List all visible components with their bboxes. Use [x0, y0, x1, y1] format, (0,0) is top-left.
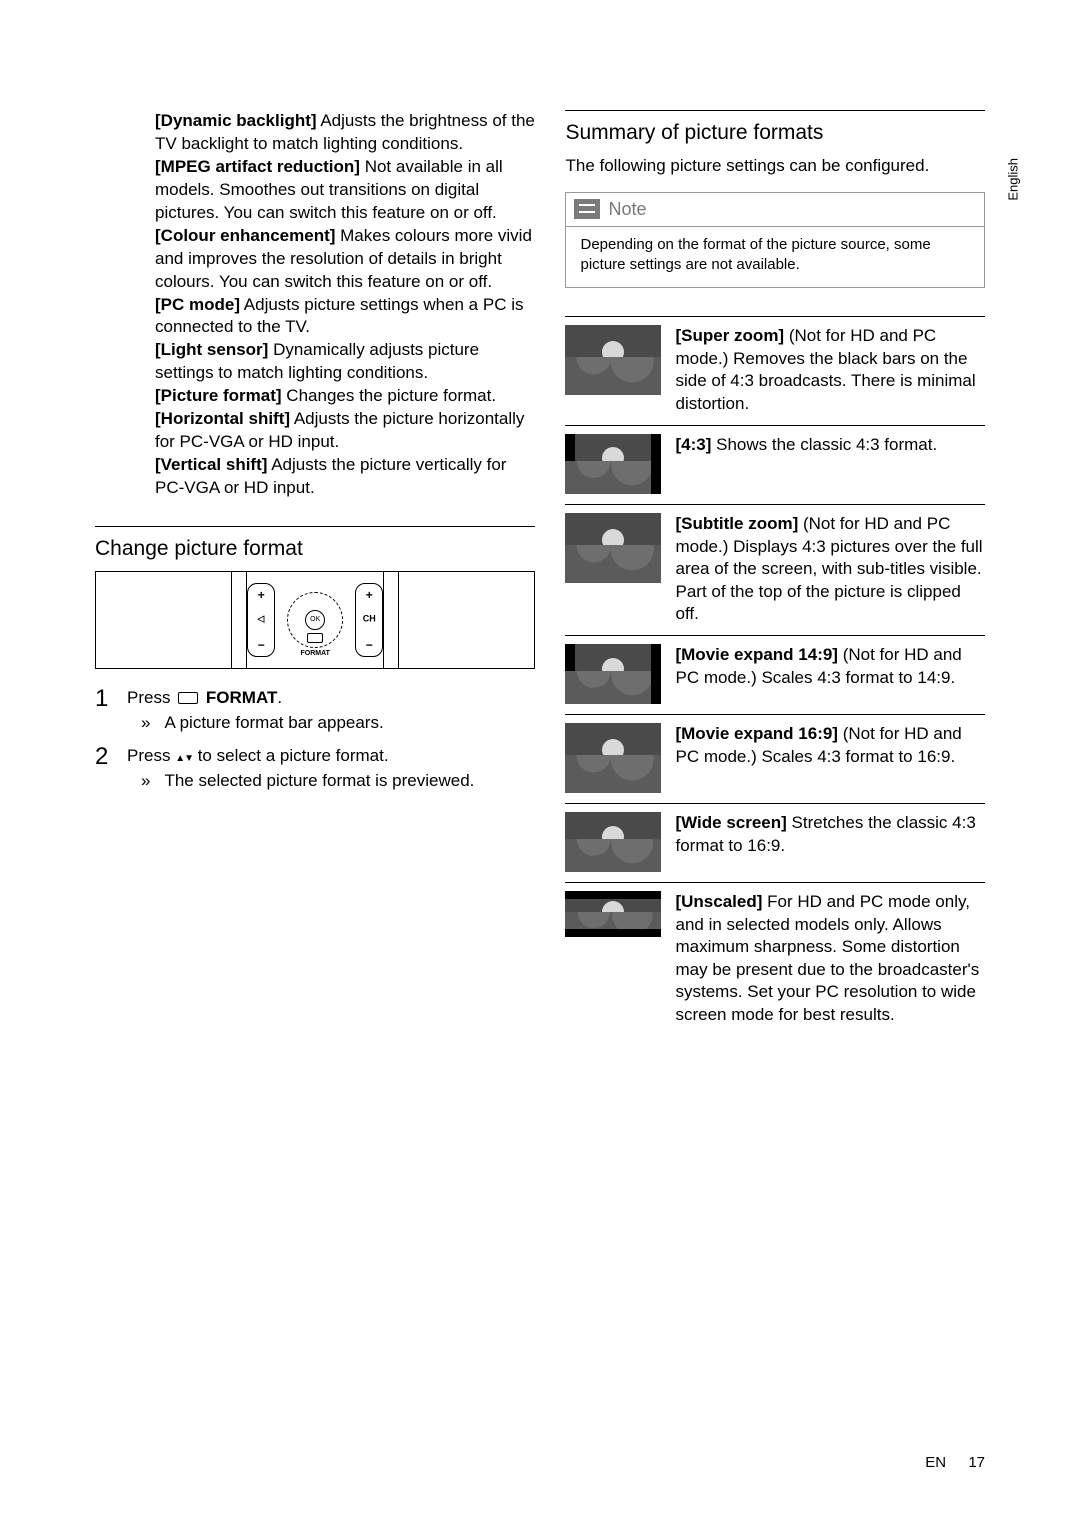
setting-item: [MPEG artifact reduction] Not available … [155, 156, 535, 225]
setting-item: [Dynamic backlight] Adjusts the brightne… [155, 110, 535, 156]
picture-format-table: [Super zoom] (Not for HD and PC mode.) R… [565, 316, 985, 1030]
setting-item: [Light sensor] Dynamically adjusts pictu… [155, 339, 535, 385]
format-row: [Wide screen] Stretches the classic 4:3 … [565, 810, 985, 876]
format-thumbnail [565, 812, 661, 872]
format-thumbnail [565, 644, 661, 704]
section-divider [565, 110, 985, 111]
row-divider [565, 635, 985, 636]
footer-lang: EN [925, 1454, 946, 1471]
format-thumbnail [565, 434, 661, 494]
setting-label: [Dynamic backlight] [155, 111, 317, 130]
setting-item: [Vertical shift] Adjusts the picture ver… [155, 454, 535, 500]
note-icon [574, 199, 600, 219]
format-label: [Movie expand 16:9] [675, 724, 838, 743]
format-thumbnail [565, 513, 661, 583]
section-divider [95, 526, 535, 527]
right-column: Summary of picture formats The following… [565, 110, 985, 1030]
remote-illustration: + − OK FORMAT + CH − [95, 571, 535, 669]
format-label: [4:3] [675, 435, 711, 454]
setting-item: [Colour enhancement] Makes colours more … [155, 225, 535, 294]
format-row: [Movie expand 16:9] (Not for HD and PC m… [565, 721, 985, 797]
format-row: [Subtitle zoom] (Not for HD and PC mode.… [565, 511, 985, 629]
ok-button-icon: OK [305, 610, 325, 630]
format-description: [Unscaled] For HD and PC mode only, and … [675, 891, 985, 1026]
step-item: 2 Press to select a picture format. The … [95, 745, 535, 793]
step-item: 1 Press FORMAT. A picture format bar app… [95, 687, 535, 735]
setting-item: [PC mode] Adjusts picture settings when … [155, 294, 535, 340]
format-row: [Unscaled] For HD and PC mode only, and … [565, 889, 985, 1030]
format-label: [Movie expand 14:9] [675, 645, 838, 664]
format-label: [Unscaled] [675, 892, 762, 911]
setting-label: [Vertical shift] [155, 455, 267, 474]
row-divider [565, 425, 985, 426]
steps-list: 1 Press FORMAT. A picture format bar app… [95, 687, 535, 793]
setting-label: [MPEG artifact reduction] [155, 157, 360, 176]
row-divider [565, 803, 985, 804]
row-divider [565, 504, 985, 505]
setting-description: Changes the picture format. [282, 386, 497, 405]
setting-label: [Picture format] [155, 386, 282, 405]
format-thumbnail [565, 723, 661, 793]
format-label: [Super zoom] [675, 326, 784, 345]
row-divider [565, 316, 985, 317]
setting-item: [Picture format] Changes the picture for… [155, 385, 535, 408]
format-description: [Movie expand 14:9] (Not for HD and PC m… [675, 644, 985, 704]
setting-label: [Light sensor] [155, 340, 268, 359]
setting-item: [Horizontal shift] Adjusts the picture h… [155, 408, 535, 454]
setting-label: [PC mode] [155, 295, 240, 314]
step-number: 2 [95, 745, 113, 793]
row-divider [565, 882, 985, 883]
left-column: [Dynamic backlight] Adjusts the brightne… [95, 110, 535, 1030]
result-arrow-icon [141, 770, 154, 793]
summary-intro: The following picture settings can be co… [565, 155, 985, 178]
format-description: [4:3] Shows the classic 4:3 format. [675, 434, 985, 494]
format-row: [Super zoom] (Not for HD and PC mode.) R… [565, 323, 985, 419]
format-button-icon [307, 633, 323, 643]
mute-icon [258, 615, 265, 625]
note-box: Note Depending on the format of the pict… [565, 192, 985, 289]
format-key-icon [178, 692, 198, 704]
setting-label: [Colour enhancement] [155, 226, 335, 245]
change-picture-format-heading: Change picture format [95, 537, 535, 561]
row-divider [565, 714, 985, 715]
up-down-arrows-icon [175, 746, 193, 765]
format-description: [Super zoom] (Not for HD and PC mode.) R… [675, 325, 985, 415]
setting-label: [Horizontal shift] [155, 409, 290, 428]
format-description: [Movie expand 16:9] (Not for HD and PC m… [675, 723, 985, 793]
format-label: [Wide screen] [675, 813, 786, 832]
format-description: [Wide screen] Stretches the classic 4:3 … [675, 812, 985, 872]
format-row: [Movie expand 14:9] (Not for HD and PC m… [565, 642, 985, 708]
channel-rocker-icon: + CH − [355, 583, 383, 657]
language-tab: English [1006, 158, 1021, 201]
format-row: [4:3] Shows the classic 4:3 format. [565, 432, 985, 498]
note-title: Note [608, 199, 646, 220]
format-thumbnail [565, 325, 661, 395]
step-number: 1 [95, 687, 113, 735]
format-thumbnail [565, 891, 661, 937]
volume-rocker-icon: + − [247, 583, 275, 657]
footer-page-number: 17 [968, 1454, 985, 1471]
page-footer: EN 17 [925, 1454, 985, 1471]
dpad-icon: OK FORMAT [287, 592, 343, 648]
format-label: [Subtitle zoom] [675, 514, 798, 533]
summary-heading: Summary of picture formats [565, 121, 985, 145]
note-body: Depending on the format of the picture s… [566, 226, 984, 288]
settings-list: [Dynamic backlight] Adjusts the brightne… [95, 110, 535, 500]
result-arrow-icon [141, 712, 154, 735]
format-description: [Subtitle zoom] (Not for HD and PC mode.… [675, 513, 985, 625]
